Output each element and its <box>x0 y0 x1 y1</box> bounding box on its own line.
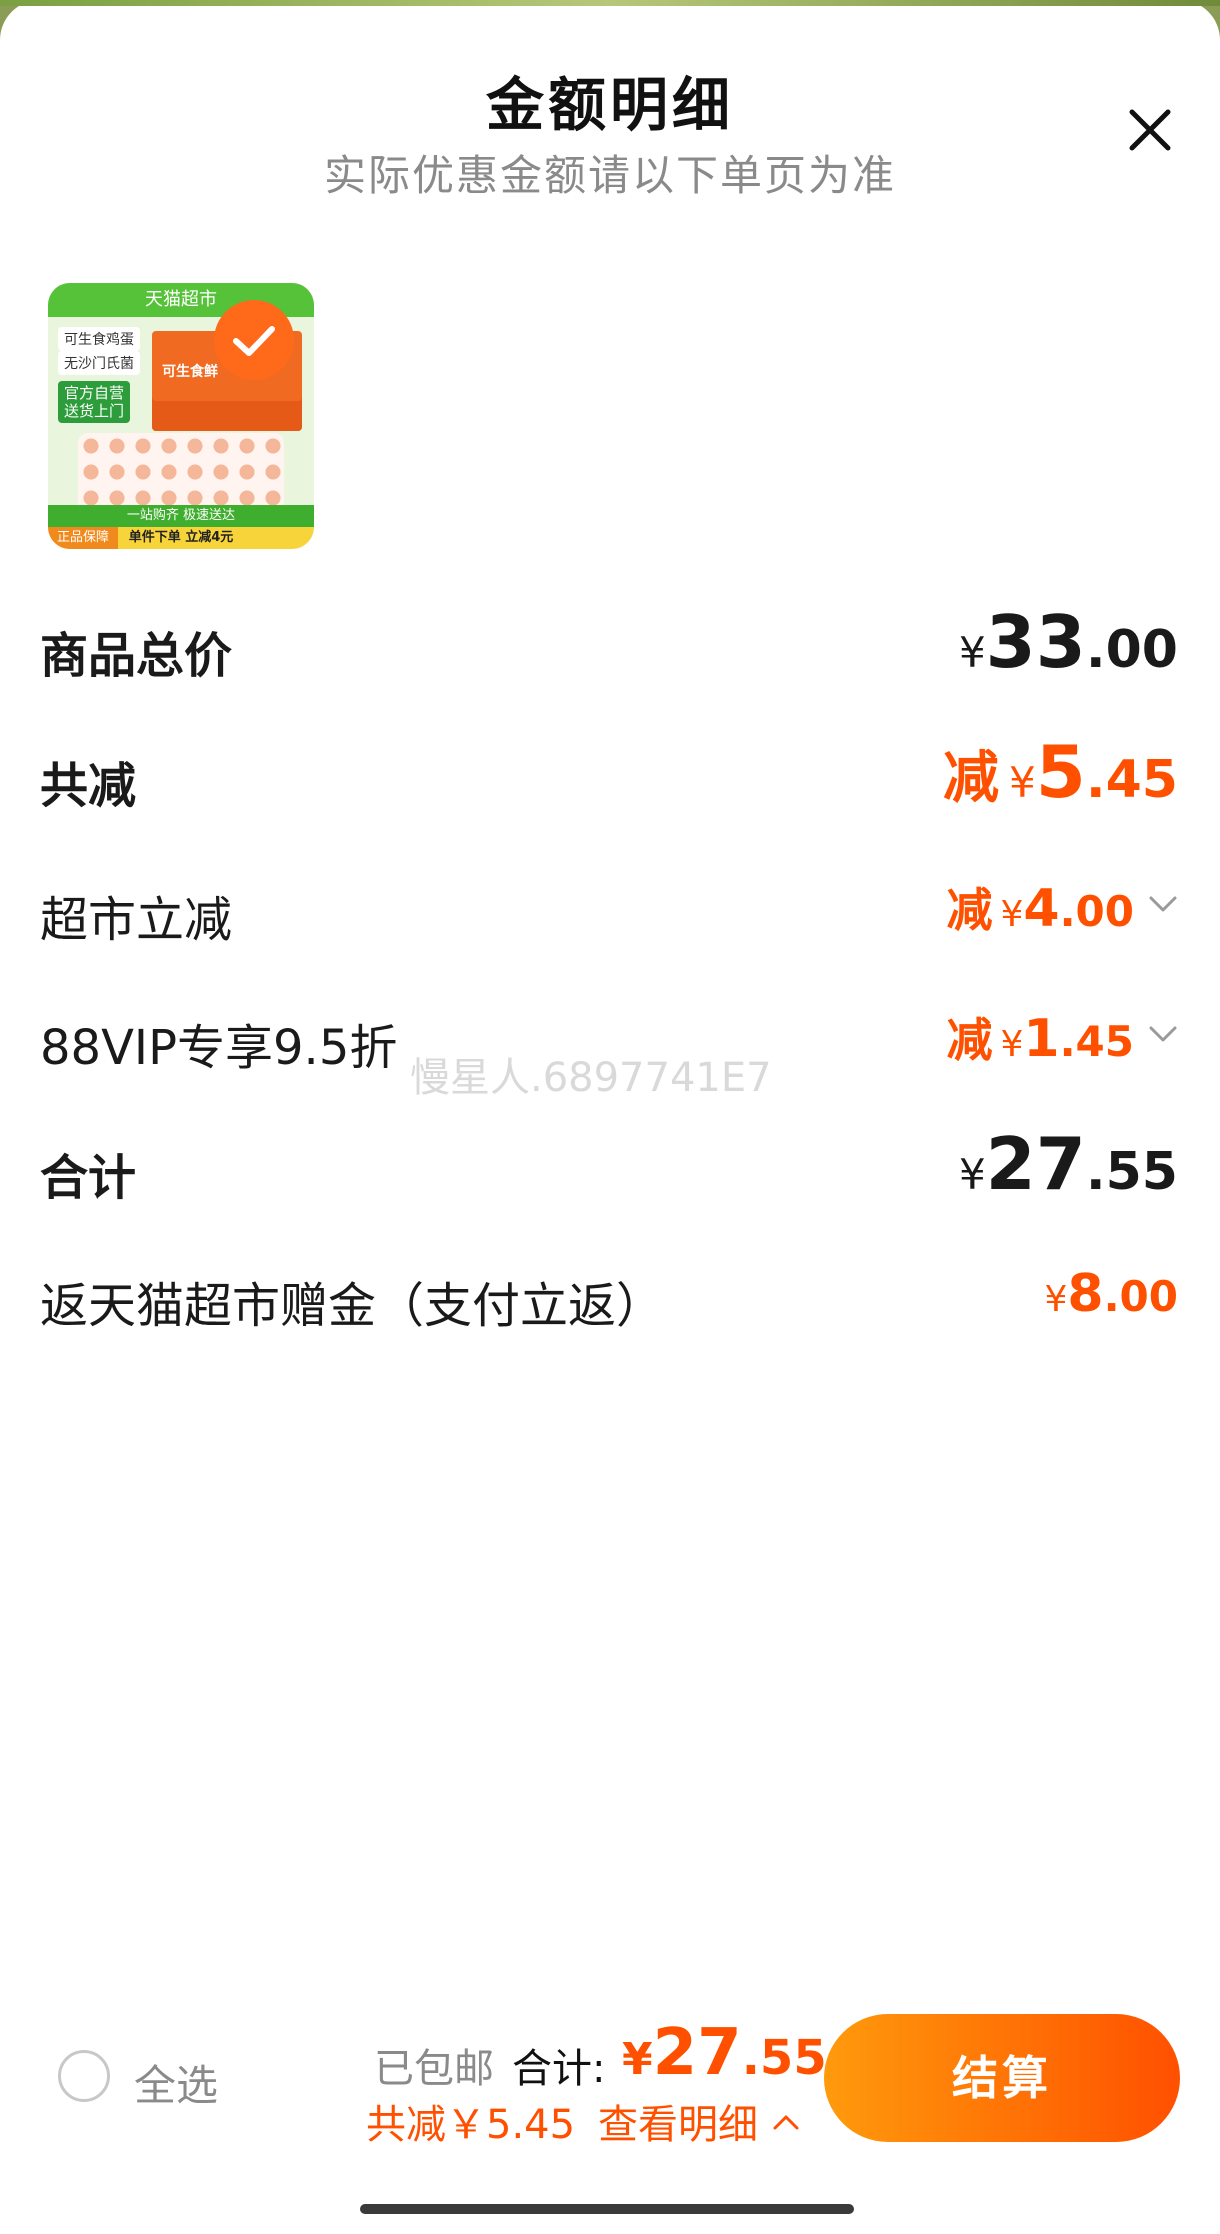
thumbnail-banner: 一站购齐 极速送达 <box>48 505 314 527</box>
goods-total-amount: ¥33.00 <box>959 600 1178 684</box>
amount-decimal: .00 <box>1059 887 1134 936</box>
discount-prefix: 减 <box>946 883 993 937</box>
subtotal-amount: ¥27.55 <box>959 1122 1178 1206</box>
currency-symbol: ¥ <box>958 1150 986 1199</box>
amount-integer: 33 <box>985 600 1086 684</box>
vip-discount-label: 88VIP专享9.5折 <box>40 1020 398 1076</box>
amount-integer: 27 <box>985 1122 1086 1206</box>
amount-integer: 27 <box>652 2016 742 2090</box>
thumbnail-eggs <box>78 433 284 513</box>
goods-total-label: 商品总价 <box>40 628 233 684</box>
chevron-up-icon <box>773 2115 799 2130</box>
currency-symbol: ¥ <box>1044 1279 1068 1320</box>
thumbnail-box-label: 可生食鲜 <box>162 364 218 380</box>
discount-prefix: 减 <box>946 1013 993 1067</box>
currency-symbol: ¥ <box>1000 894 1024 935</box>
thumbnail-guarantee: 正品保障 <box>48 527 118 549</box>
market-discount-label: 超市立减 <box>40 892 233 948</box>
check-icon[interactable] <box>214 300 294 380</box>
amount-integer: 8 <box>1067 1264 1104 1324</box>
amount-decimal: .55 <box>741 2030 827 2086</box>
sheet-title: 金额明细 <box>485 71 734 139</box>
footer-saved: 共减￥5.45 <box>366 2102 576 2148</box>
sheet-subtitle: 实际优惠金额请以下单页为准 <box>323 151 896 200</box>
thumbnail-tag: 官方自营 送货上门 <box>58 381 131 423</box>
amount-decimal: .45 <box>1059 1017 1134 1066</box>
amount-decimal: .00 <box>1085 620 1178 680</box>
select-all-label[interactable]: 全选 <box>134 2052 218 2113</box>
total-discount-label: 共减 <box>40 758 137 814</box>
background-strip <box>0 0 1220 6</box>
view-detail-label: 查看明细 <box>598 2102 758 2148</box>
amount-decimal: .55 <box>1085 1142 1178 1202</box>
chevron-down-icon[interactable] <box>1148 894 1178 914</box>
footer-total-label: 合计: <box>512 2046 606 2092</box>
chevron-down-icon[interactable] <box>1148 1024 1178 1044</box>
checkout-button[interactable]: 结算 <box>824 2014 1180 2142</box>
total-discount-amount: 减 ¥5.45 <box>943 730 1178 814</box>
thumbnail-tag-line: 送货上门 <box>64 402 125 420</box>
vip-discount-amount[interactable]: 减 ¥1.45 <box>947 1004 1179 1070</box>
subtotal-label: 合计 <box>40 1150 137 1206</box>
currency-symbol: ¥ <box>622 2034 653 2085</box>
watermark: 慢星人.6897741E7 <box>410 1055 772 1101</box>
footer-total-amount: ¥27.55 <box>622 2016 827 2090</box>
home-indicator <box>360 2204 854 2214</box>
view-detail-link[interactable]: 查看明细 <box>598 2092 801 2150</box>
thumbnail-tag-line: 官方自营 <box>64 384 125 402</box>
market-discount-amount[interactable]: 减 ¥4.00 <box>947 874 1179 940</box>
amount-integer: 1 <box>1023 1009 1060 1069</box>
amount-integer: 5 <box>1035 730 1086 814</box>
thumbnail-tag: 无沙门氏菌 <box>58 351 140 375</box>
currency-symbol: ¥ <box>958 628 986 677</box>
amount-decimal: .00 <box>1103 1272 1178 1321</box>
thumbnail-tag: 可生食鸡蛋 <box>58 327 140 351</box>
currency-symbol: ¥ <box>1000 1024 1024 1065</box>
amount-integer: 4 <box>1023 879 1060 939</box>
amount-decimal: .45 <box>1085 750 1178 810</box>
select-all-radio[interactable] <box>58 2050 110 2102</box>
amount-detail-sheet: 金额明细 实际优惠金额请以下单页为准 天猫超市 可生食鸡蛋 无沙门氏菌 官方自营… <box>0 0 1220 2234</box>
cashback-label: 返天猫超市赠金（支付立返） <box>40 1278 665 1334</box>
close-icon[interactable] <box>1120 100 1180 160</box>
cashback-amount: ¥8.00 <box>1045 1264 1179 1324</box>
currency-symbol: ¥ <box>1009 758 1036 807</box>
shipping-note: 已包邮 <box>374 2046 494 2092</box>
discount-prefix: 减 <box>943 746 1000 811</box>
